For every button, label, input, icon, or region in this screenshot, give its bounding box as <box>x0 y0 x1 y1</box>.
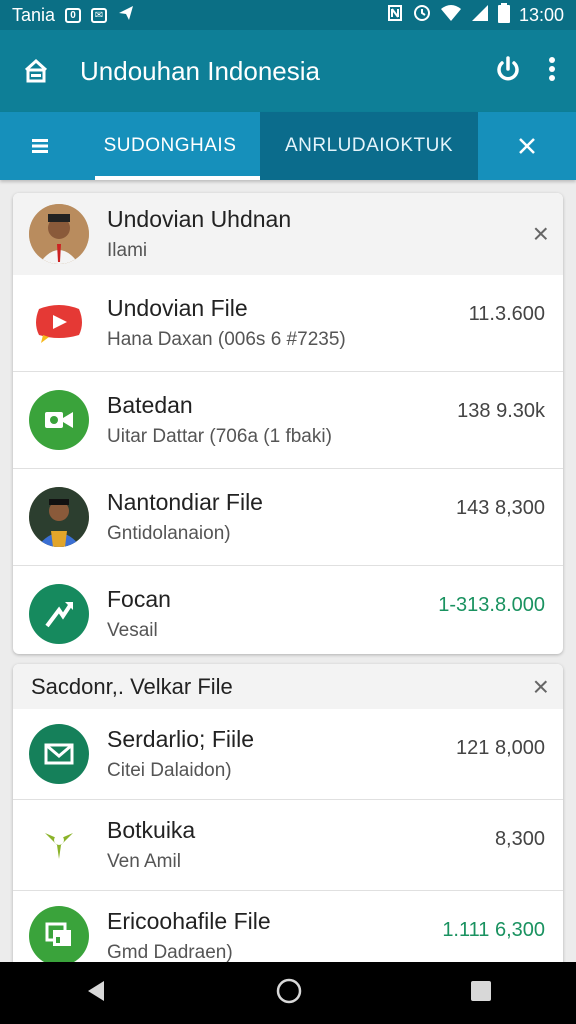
item-size: 138 9.30k <box>457 400 545 422</box>
close-icon[interactable]: × <box>533 672 549 701</box>
home-button-icon[interactable] <box>276 978 302 1009</box>
item-size: 1.111 6,300 <box>442 919 545 941</box>
signal-icon <box>471 4 489 27</box>
file-card: Sacdonr,. Velkar File × Serdarlio; Fiile… <box>13 664 563 984</box>
item-name: Batedan <box>107 392 193 418</box>
tab-label: ANRLUDAIOKTUK <box>284 135 454 156</box>
item-subtitle: Gntidolanaion) <box>107 523 231 544</box>
item-name: Focan <box>107 586 171 612</box>
item-subtitle: Ven Amil <box>107 851 181 872</box>
item-size: 143 8,300 <box>456 497 545 519</box>
message-icon: ✉ <box>91 7 108 23</box>
wifi-icon <box>440 4 462 27</box>
list-item[interactable]: Batedan Uitar Dattar (706a (1 fbaki) 138… <box>13 372 563 469</box>
back-icon[interactable] <box>84 979 108 1008</box>
close-icon[interactable]: × <box>533 220 549 248</box>
header-title: Sacdonr,. Velkar File <box>31 673 233 699</box>
item-name: Botkuika <box>107 817 196 843</box>
gallery-icon <box>29 906 89 966</box>
item-size: 1-313.8.000 <box>438 594 545 616</box>
youtube-icon <box>29 293 89 353</box>
item-size: 11.3.600 <box>468 303 545 325</box>
home-icon[interactable] <box>22 57 50 85</box>
nfc-icon <box>386 4 404 27</box>
card-header: Undovian Uhdnan Ilami × <box>13 193 563 275</box>
battery-icon <box>497 2 510 28</box>
tab-anrludaioktuk[interactable]: ANRLUDAIOKTUK <box>260 112 478 180</box>
item-name: Ericoohafile File <box>107 908 271 934</box>
app-bar: Undouhan Indonesia <box>0 30 576 112</box>
item-name: Nantondiar File <box>107 489 263 515</box>
clock-icon <box>413 4 431 27</box>
item-subtitle: Vesail <box>107 620 158 641</box>
item-size: 121 8,000 <box>456 737 545 759</box>
menu-icon[interactable] <box>0 112 80 180</box>
item-size: 8,300 <box>494 828 545 850</box>
tab-bar: SUDONGHAIS ANRLUDAIOKTUK <box>0 112 576 180</box>
item-name: Serdarlio; Fiile <box>107 726 254 752</box>
leaf-icon <box>29 815 89 875</box>
item-name: Undovian File <box>107 295 248 321</box>
item-subtitle: Hana Daxan (006s 6 #7235) <box>107 329 346 350</box>
list-item[interactable]: Focan Vesail 1-313.8.000 <box>13 566 563 654</box>
card-header: Sacdonr,. Velkar File × <box>13 664 563 709</box>
list-item[interactable]: Botkuika Ven Amil 8,300 <box>13 800 563 891</box>
item-subtitle: Citei Dalaidon) <box>107 760 232 781</box>
mail-icon <box>29 724 89 784</box>
notification-icon: 0 <box>65 7 82 23</box>
tab-label: SUDONGHAIS <box>103 135 237 156</box>
tab-sudonghais[interactable]: SUDONGHAIS <box>80 112 260 180</box>
recents-icon[interactable] <box>470 980 492 1007</box>
item-subtitle: Gmd Dadraen) <box>107 942 233 963</box>
header-title: Undovian Uhdnan <box>107 206 292 232</box>
navigation-bar <box>0 962 576 1024</box>
list-item[interactable]: Nantondiar File Gntidolanaion) 143 8,300 <box>13 469 563 566</box>
video-call-icon <box>29 390 89 450</box>
status-bar: Tania 0 ✉ 13:00 <box>0 0 576 30</box>
clock-time: 13:00 <box>518 4 564 25</box>
list-item[interactable]: Serdarlio; Fiile Citei Dalaidon) 121 8,0… <box>13 709 563 800</box>
item-subtitle: Uitar Dattar (706a (1 fbaki) <box>107 426 332 447</box>
download-card: Undovian Uhdnan Ilami × Undovian File Ha… <box>13 193 563 654</box>
carrier-label: Tania <box>12 4 56 25</box>
power-icon[interactable] <box>494 55 522 88</box>
chart-arrow-icon <box>29 584 89 644</box>
list-item[interactable]: Undovian File Hana Daxan (006s 6 #7235) … <box>13 275 563 372</box>
send-icon <box>117 5 135 26</box>
user-avatar <box>29 487 89 547</box>
close-icon[interactable] <box>478 112 576 180</box>
header-subtitle: Ilami <box>107 240 148 261</box>
more-options-icon[interactable] <box>548 56 556 87</box>
page-title: Undouhan Indonesia <box>80 55 320 86</box>
user-avatar <box>29 204 89 264</box>
